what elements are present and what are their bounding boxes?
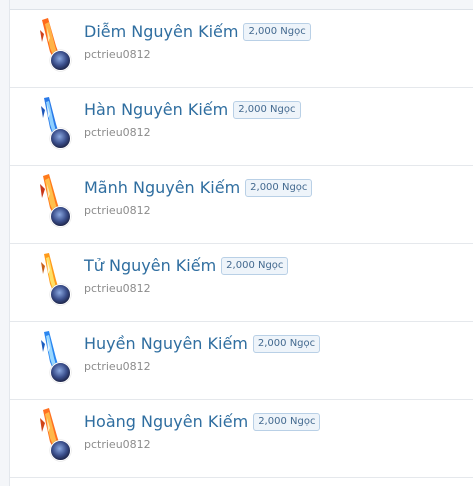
list-item[interactable]: Hàn Nguyên Kiếm 2,000 Ngọc pctrieu0812 bbox=[10, 88, 473, 166]
author-avatar[interactable] bbox=[50, 284, 71, 305]
item-title[interactable]: Huyền Nguyên Kiếm bbox=[84, 334, 248, 353]
author-avatar[interactable] bbox=[50, 206, 71, 227]
price-badge: 2,000 Ngọc bbox=[221, 256, 289, 275]
author-name[interactable]: pctrieu0812 bbox=[84, 204, 151, 217]
resource-list-page: Diễm Nguyên Kiếm 2,000 Ngọc pctrieu0812 … bbox=[0, 0, 473, 486]
author-avatar[interactable] bbox=[50, 362, 71, 383]
author-name[interactable]: pctrieu0812 bbox=[84, 438, 151, 451]
item-title[interactable]: Tử Nguyên Kiếm bbox=[84, 256, 216, 275]
price-badge: 2,000 Ngọc bbox=[243, 22, 311, 41]
item-title[interactable]: Hoàng Nguyên Kiếm bbox=[84, 412, 248, 431]
price-badge: 2,000 Ngọc bbox=[245, 178, 313, 197]
author-avatar[interactable] bbox=[50, 50, 71, 71]
price-badge: 2,000 Ngọc bbox=[233, 100, 301, 119]
item-title[interactable]: Diễm Nguyên Kiếm bbox=[84, 22, 238, 41]
author-name[interactable]: pctrieu0812 bbox=[84, 48, 151, 61]
list-item[interactable]: Mãnh Nguyên Kiếm 2,000 Ngọc pctrieu0812 bbox=[10, 166, 473, 244]
list-item[interactable]: Huyền Nguyên Kiếm 2,000 Ngọc pctrieu0812 bbox=[10, 322, 473, 400]
author-avatar[interactable] bbox=[50, 128, 71, 149]
author-name[interactable]: pctrieu0812 bbox=[84, 282, 151, 295]
list-header-strip bbox=[10, 0, 473, 10]
list-item[interactable]: Tử Nguyên Kiếm 2,000 Ngọc pctrieu0812 bbox=[10, 244, 473, 322]
list-item[interactable]: Diễm Nguyên Kiếm 2,000 Ngọc pctrieu0812 bbox=[10, 10, 473, 88]
item-title[interactable]: Hàn Nguyên Kiếm bbox=[84, 100, 228, 119]
author-avatar[interactable] bbox=[50, 440, 71, 461]
left-rail bbox=[0, 0, 10, 486]
author-name[interactable]: pctrieu0812 bbox=[84, 126, 151, 139]
author-name[interactable]: pctrieu0812 bbox=[84, 360, 151, 373]
resource-list: Diễm Nguyên Kiếm 2,000 Ngọc pctrieu0812 … bbox=[10, 10, 473, 478]
list-item[interactable]: Hoàng Nguyên Kiếm 2,000 Ngọc pctrieu0812 bbox=[10, 400, 473, 478]
price-badge: 2,000 Ngọc bbox=[253, 412, 321, 431]
item-title[interactable]: Mãnh Nguyên Kiếm bbox=[84, 178, 240, 197]
price-badge: 2,000 Ngọc bbox=[252, 334, 321, 353]
